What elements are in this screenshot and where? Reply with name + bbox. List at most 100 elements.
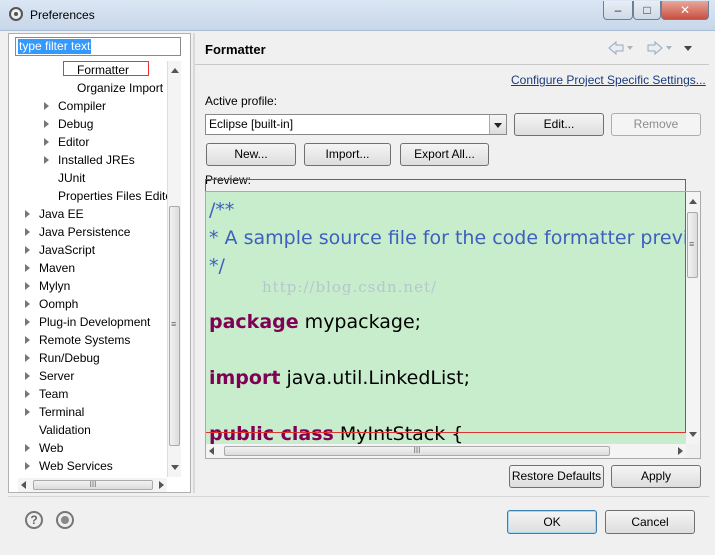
restore-defaults-button[interactable]: Restore Defaults bbox=[509, 465, 604, 488]
title-bar: Preferences – □ ✕ bbox=[0, 0, 715, 31]
page-navigation bbox=[606, 40, 702, 56]
cancel-button[interactable]: Cancel bbox=[605, 510, 695, 534]
minimize-button[interactable]: – bbox=[603, 1, 633, 20]
edit-button[interactable]: Edit... bbox=[514, 113, 604, 136]
filter-input[interactable]: type filter text bbox=[15, 37, 181, 56]
tree-item-label: JavaScript bbox=[39, 243, 96, 257]
tree-item-label: Mylyn bbox=[39, 279, 71, 293]
export-all-button[interactable]: Export All... bbox=[400, 143, 489, 166]
scroll-down-arrow-icon[interactable] bbox=[689, 432, 697, 437]
expand-arrow-icon[interactable] bbox=[25, 282, 30, 290]
tree-item-label: Properties Files Editor bbox=[58, 189, 167, 203]
scroll-left-arrow-icon[interactable] bbox=[209, 447, 214, 455]
tree-item-label: Debug bbox=[58, 117, 94, 131]
forward-dropdown-icon[interactable] bbox=[666, 46, 672, 50]
tree-item-label: Editor bbox=[58, 135, 90, 149]
tree-vertical-scrollbar[interactable]: ≡ bbox=[167, 61, 181, 477]
scroll-right-arrow-icon[interactable] bbox=[678, 447, 683, 455]
expand-arrow-icon[interactable] bbox=[25, 372, 30, 380]
scroll-down-arrow-icon[interactable] bbox=[171, 465, 179, 470]
scroll-right-arrow-icon[interactable] bbox=[159, 481, 164, 489]
back-arrow-icon[interactable] bbox=[608, 40, 624, 56]
tree-item-label: Maven bbox=[39, 261, 76, 275]
tree-item-label: Installed JREs bbox=[58, 153, 135, 167]
tree-item-label: Java Persistence bbox=[39, 225, 131, 239]
expand-arrow-icon[interactable] bbox=[25, 318, 30, 326]
expand-arrow-icon[interactable] bbox=[25, 336, 30, 344]
ok-button[interactable]: OK bbox=[507, 510, 597, 534]
view-menu-icon[interactable] bbox=[684, 46, 692, 51]
expand-arrow-icon[interactable] bbox=[25, 210, 30, 218]
scroll-left-arrow-icon[interactable] bbox=[21, 481, 26, 489]
scroll-up-arrow-icon[interactable] bbox=[171, 68, 179, 73]
expand-arrow-icon[interactable] bbox=[44, 156, 49, 164]
tree-item-label: Remote Systems bbox=[39, 333, 131, 347]
new-profile-button[interactable]: New... bbox=[206, 143, 296, 166]
tree-item-label: Terminal bbox=[39, 405, 85, 419]
tree-horizontal-scrollbar[interactable]: III bbox=[18, 478, 167, 492]
expand-arrow-icon[interactable] bbox=[25, 462, 30, 470]
scroll-grip-icon: III bbox=[413, 446, 421, 455]
expand-arrow-icon[interactable] bbox=[25, 444, 30, 452]
expand-arrow-icon[interactable] bbox=[25, 300, 30, 308]
scroll-grip-icon: III bbox=[89, 480, 97, 489]
filter-placeholder-text[interactable]: type filter text bbox=[18, 39, 92, 54]
nav-buttons bbox=[608, 40, 692, 56]
import-profile-button[interactable]: Import... bbox=[304, 143, 391, 166]
expand-arrow-icon[interactable] bbox=[44, 102, 49, 110]
active-profile-value: Eclipse [built-in] bbox=[209, 117, 294, 131]
tree-item-label: Team bbox=[39, 387, 69, 401]
expand-arrow-icon[interactable] bbox=[25, 408, 30, 416]
tree-item-junit[interactable]: JUnit bbox=[58, 169, 85, 187]
tree-item-properties-files-editor[interactable]: Properties Files Editor bbox=[58, 187, 167, 205]
expand-arrow-icon[interactable] bbox=[44, 120, 49, 128]
preview-highlight-box bbox=[205, 179, 686, 433]
expand-arrow-icon[interactable] bbox=[25, 390, 30, 398]
scroll-up-arrow-icon[interactable] bbox=[689, 199, 697, 204]
tree-item-label: Compiler bbox=[58, 99, 107, 113]
maximize-button[interactable]: □ bbox=[633, 1, 661, 20]
scroll-grip-icon: ≡ bbox=[171, 319, 177, 329]
active-profile-select[interactable]: Eclipse [built-in] bbox=[205, 114, 507, 135]
tree-item-organize-import[interactable]: Organize Import bbox=[77, 79, 163, 97]
footer-separator bbox=[8, 496, 709, 497]
forward-arrow-icon[interactable] bbox=[647, 40, 663, 56]
expand-arrow-icon[interactable] bbox=[25, 264, 30, 272]
scroll-grip-icon: ≡ bbox=[689, 239, 695, 249]
active-profile-label: Active profile: bbox=[205, 94, 278, 108]
tree-item-label: Plug-in Development bbox=[39, 315, 151, 329]
configure-project-specific-settings-link[interactable]: Configure Project Specific Settings... bbox=[511, 73, 706, 87]
back-dropdown-icon[interactable] bbox=[627, 46, 633, 50]
expand-arrow-icon[interactable] bbox=[25, 246, 30, 254]
preview-vertical-scrollbar[interactable]: ≡ bbox=[686, 192, 700, 444]
header-separator bbox=[195, 64, 709, 65]
preview-horizontal-scrollbar[interactable]: III bbox=[206, 444, 686, 458]
tree-item-label: Organize Import bbox=[77, 81, 164, 95]
help-icon[interactable]: ? bbox=[25, 511, 43, 529]
preview-scroll-thumb[interactable]: ≡ bbox=[687, 212, 698, 278]
tree-item-label: Web Services bbox=[39, 459, 113, 473]
apply-button[interactable]: Apply bbox=[611, 465, 701, 488]
remove-button[interactable]: Remove bbox=[611, 113, 701, 136]
tree-item-label: Web bbox=[39, 441, 64, 455]
expand-arrow-icon[interactable] bbox=[44, 138, 49, 146]
expand-arrow-icon[interactable] bbox=[25, 354, 30, 362]
formatter-highlight-box bbox=[63, 61, 149, 76]
chevron-down-icon[interactable] bbox=[489, 115, 506, 134]
record-macro-icon[interactable] bbox=[56, 511, 74, 529]
tree-item-label: Oomph bbox=[39, 297, 79, 311]
expand-arrow-icon[interactable] bbox=[25, 228, 30, 236]
preferences-tree: Formatter Organize Import Compiler Debug… bbox=[9, 60, 167, 478]
tree-item-validation[interactable]: Validation bbox=[39, 421, 91, 439]
tree-item-label: Validation bbox=[39, 423, 91, 437]
preferences-app-icon bbox=[9, 7, 23, 21]
tree-item-label: JUnit bbox=[58, 171, 86, 185]
tree-item-label: Run/Debug bbox=[39, 351, 100, 365]
tree-scroll-thumb[interactable]: ≡ bbox=[169, 206, 180, 446]
tree-item-label: Java EE bbox=[39, 207, 84, 221]
window-title: Preferences bbox=[30, 8, 95, 22]
tree-hscroll-thumb[interactable]: III bbox=[33, 480, 153, 490]
tree-item-label: Server bbox=[39, 369, 75, 383]
preview-hscroll-thumb[interactable]: III bbox=[224, 446, 610, 456]
close-button[interactable]: ✕ bbox=[661, 1, 709, 20]
